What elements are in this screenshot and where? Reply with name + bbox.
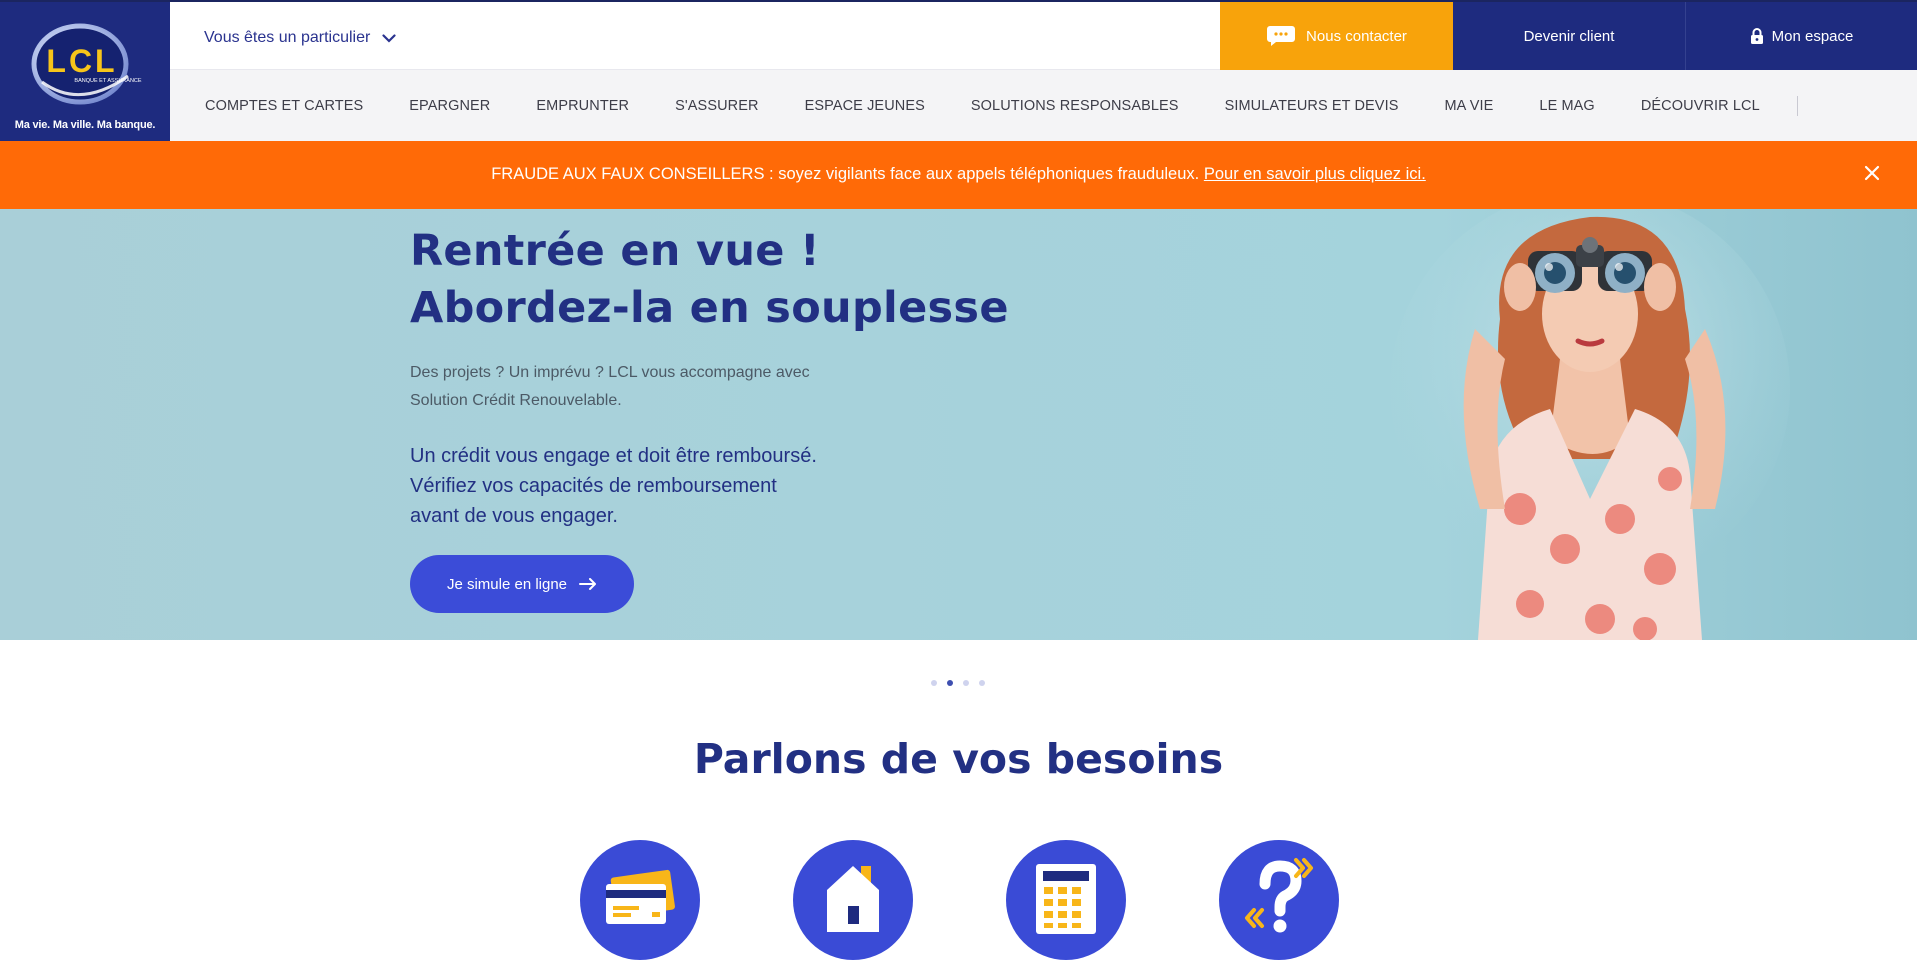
profile-select[interactable]: Vous êtes un particulier [204, 29, 396, 47]
hero-title: Rentrée en vue ! Abordez-la en souplesse [410, 223, 1009, 337]
carousel-dots [931, 680, 985, 686]
svg-text:LCL: LCL [46, 43, 117, 79]
brand-tagline: Ma vie. Ma ville. Ma banque. [14, 119, 156, 131]
chevron-down-icon [382, 33, 396, 43]
nav-item-epargner[interactable]: EPARGNER [409, 98, 490, 114]
question-icon [1245, 858, 1313, 933]
fraud-alert-banner: FRAUDE AUX FAUX CONSEILLERS : soyez vigi… [0, 141, 1917, 209]
profile-select-label: Vous êtes un particulier [204, 29, 371, 46]
nav-item-solutions-responsables[interactable]: SOLUTIONS RESPONSABLES [971, 98, 1179, 114]
nav-item-sassurer[interactable]: S'ASSURER [675, 98, 758, 114]
needs-row [0, 840, 1917, 960]
hero-legal-line1: Un crédit vous engage et doit être rembo… [410, 445, 817, 467]
nav-item-comptes-cartes[interactable]: COMPTES ET CARTES [205, 98, 363, 114]
carousel-dot[interactable] [931, 680, 937, 686]
profile-bar: Vous êtes un particulier [170, 2, 1220, 70]
hero-title-line1: Rentrée en vue ! [410, 226, 820, 276]
bank-card-icon [606, 869, 675, 924]
hero-title-line2: Abordez-la en souplesse [410, 283, 1009, 333]
nav-item-emprunter[interactable]: EMPRUNTER [536, 98, 629, 114]
need-home-button[interactable] [793, 840, 913, 960]
arrow-right-icon [579, 578, 597, 590]
hero-banner: Rentrée en vue ! Abordez-la en souplesse… [0, 209, 1917, 640]
carousel-dot[interactable] [963, 680, 969, 686]
nav-item-espace-jeunes[interactable]: ESPACE JEUNES [805, 98, 925, 114]
contact-button-label: Nous contacter [1306, 27, 1407, 45]
hero-legal-line3: avant de vous engager. [410, 505, 618, 527]
nav-divider [1797, 96, 1798, 116]
carousel-dot[interactable] [979, 680, 985, 686]
close-icon[interactable] [1862, 163, 1882, 183]
alert-message: FRAUDE AUX FAUX CONSEILLERS : soyez vigi… [0, 165, 1917, 184]
hero-desc-line1: Des projets ? Un imprévu ? LCL vous acco… [410, 364, 810, 381]
carousel-dot-active[interactable] [947, 680, 953, 686]
lcl-logo-icon: LCL BANQUE ET ASSURANCE [31, 23, 142, 105]
nav-item-le-mag[interactable]: LE MAG [1539, 98, 1594, 114]
alert-link[interactable]: Pour en savoir plus cliquez ici. [1204, 165, 1426, 183]
needs-section-title: Parlons de vos besoins [693, 735, 1224, 783]
nav-item-decouvrir-lcl[interactable]: DÉCOUVRIR LCL [1641, 98, 1760, 114]
lock-icon [1750, 28, 1763, 44]
house-icon [827, 866, 879, 932]
simulate-online-button[interactable]: Je simule en ligne [410, 555, 634, 613]
contact-button[interactable]: Nous contacter [1220, 2, 1453, 70]
become-client-button[interactable]: Devenir client [1453, 2, 1686, 70]
hero-description: Des projets ? Un imprévu ? LCL vous acco… [410, 359, 870, 415]
my-space-button[interactable]: Mon espace [1686, 2, 1917, 70]
alert-text: FRAUDE AUX FAUX CONSEILLERS : soyez vigi… [491, 165, 1200, 183]
simulate-online-label: Je simule en ligne [446, 575, 568, 593]
main-navigation: COMPTES ET CARTES EPARGNER EMPRUNTER S'A… [170, 70, 1917, 141]
nav-item-ma-vie[interactable]: MA VIE [1444, 98, 1493, 114]
nav-item-simulateurs-devis[interactable]: SIMULATEURS ET DEVIS [1225, 98, 1399, 114]
my-space-label: Mon espace [1771, 27, 1854, 45]
calculator-icon [1036, 864, 1096, 934]
woman-binoculars-image [1390, 209, 1790, 640]
hero-desc-line2: Solution Crédit Renouvelable. [410, 392, 622, 409]
need-help-button[interactable] [1219, 840, 1339, 960]
svg-text:BANQUE ET ASSURANCE: BANQUE ET ASSURANCE [74, 78, 141, 84]
hero-legal-line2: Vérifiez vos capacités de remboursement [410, 475, 777, 497]
lcl-logo[interactable]: LCL BANQUE ET ASSURANCE Ma vie. Ma ville… [0, 2, 170, 141]
hero-legal-notice: Un crédit vous engage et doit être rembo… [410, 441, 930, 531]
become-client-label: Devenir client [1523, 27, 1615, 45]
chat-bubble-icon [1267, 26, 1296, 46]
need-cards-button[interactable] [580, 840, 700, 960]
need-simulate-button[interactable] [1006, 840, 1126, 960]
